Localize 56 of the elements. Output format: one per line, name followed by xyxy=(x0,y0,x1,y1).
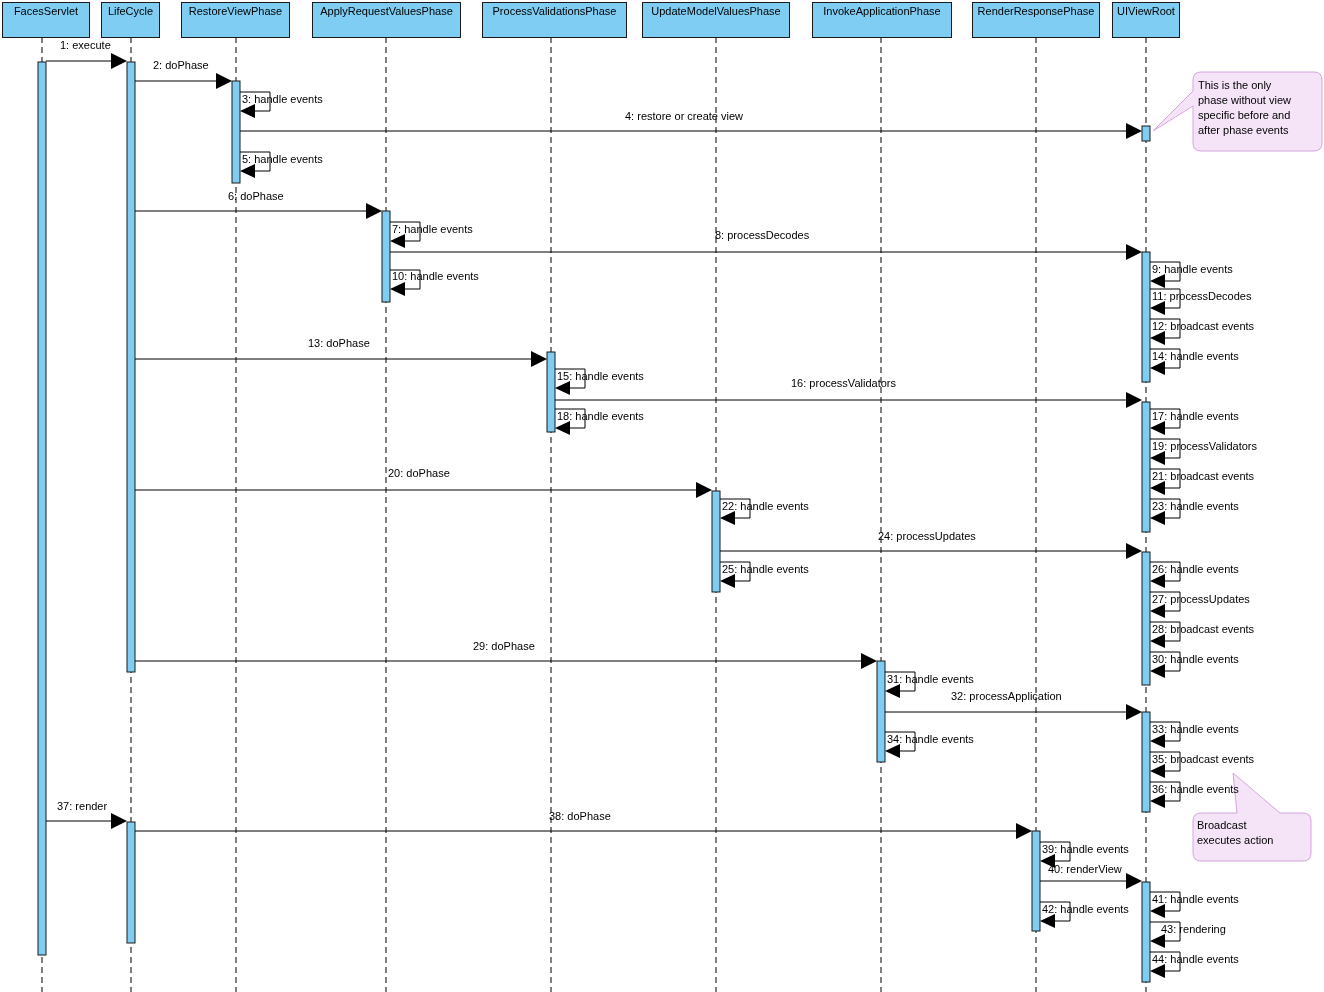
lifeline-head: UIViewRoot xyxy=(1112,2,1180,38)
message-label: 7: handle events xyxy=(392,222,473,236)
message-label: 3: handle events xyxy=(242,92,323,106)
message-label: 15: handle events xyxy=(557,369,644,383)
message-label: 6: doPhase xyxy=(228,189,284,203)
message-label: 23: handle events xyxy=(1152,499,1239,513)
activation-bar xyxy=(1141,125,1151,142)
message-label: 44: handle events xyxy=(1152,952,1239,966)
message-label: 33: handle events xyxy=(1152,722,1239,736)
message-label: 16: processValidators xyxy=(791,376,896,390)
message-label: 36: handle events xyxy=(1152,782,1239,796)
message-label: 30: handle events xyxy=(1152,652,1239,666)
message-label: 29: doPhase xyxy=(473,639,535,653)
message-label: 5: handle events xyxy=(242,152,323,166)
message-label: 20: doPhase xyxy=(388,466,450,480)
message-label: 24: processUpdates xyxy=(878,529,976,543)
message-label: 35: broadcast events xyxy=(1152,752,1255,766)
message-label: 4: restore or create view xyxy=(625,109,743,123)
lifeline-head: LifeCycle xyxy=(101,2,160,38)
message-label: 25: handle events xyxy=(722,562,809,576)
lifeline-head: ProcessValidationsPhase xyxy=(482,2,627,38)
message-label: 32: processApplication xyxy=(951,689,1062,703)
message-label: 17: handle events xyxy=(1152,409,1239,423)
message-label: 38: doPhase xyxy=(549,809,611,823)
message-label: 9: handle events xyxy=(1152,262,1233,276)
message-label: 19: processValidators xyxy=(1152,439,1257,453)
message-label: 39: handle events xyxy=(1042,842,1129,856)
message-label: 28: broadcast events xyxy=(1152,622,1255,636)
message-label: 42: handle events xyxy=(1042,902,1129,916)
message-label: 10: handle events xyxy=(392,269,479,283)
message-label: 1: execute xyxy=(60,38,111,52)
message-label: 8: processDecodes xyxy=(715,228,810,242)
lifeline-head: UpdateModelValuesPhase xyxy=(642,2,790,38)
lifeline-head: InvokeApplicationPhase xyxy=(812,2,952,38)
message-label: 43: rendering xyxy=(1161,922,1226,936)
message-label: 18: handle events xyxy=(557,409,644,423)
lifeline-head: ApplyRequestValuesPhase xyxy=(312,2,461,38)
lifeline-head: RestoreViewPhase xyxy=(181,2,290,38)
message-label: 27: processUpdates xyxy=(1152,592,1250,606)
message-label: 41: handle events xyxy=(1152,892,1239,906)
message-label: 13: doPhase xyxy=(308,336,370,350)
lifeline-head: FacesServlet xyxy=(2,2,90,38)
message-label: 2: doPhase xyxy=(153,58,209,72)
message-label: 26: handle events xyxy=(1152,562,1239,576)
message-label: 21: broadcast events xyxy=(1152,469,1255,483)
note-text: Broadcast executes action xyxy=(1197,818,1274,848)
message-label: 37: render xyxy=(57,799,108,813)
self-message-arrow xyxy=(1149,921,1181,948)
message-label: 14: handle events xyxy=(1152,349,1239,363)
note-text: This is the only phase without view specific before and after phase events xyxy=(1198,78,1291,138)
lifeline-head: RenderResponsePhase xyxy=(972,2,1100,38)
message-label: 34: handle events xyxy=(887,732,974,746)
message-label: 12: broadcast events xyxy=(1152,319,1255,333)
message-label: 22: handle events xyxy=(722,499,809,513)
message-label: 11: processDecodes xyxy=(1152,289,1252,303)
message-label: 31: handle events xyxy=(887,672,974,686)
